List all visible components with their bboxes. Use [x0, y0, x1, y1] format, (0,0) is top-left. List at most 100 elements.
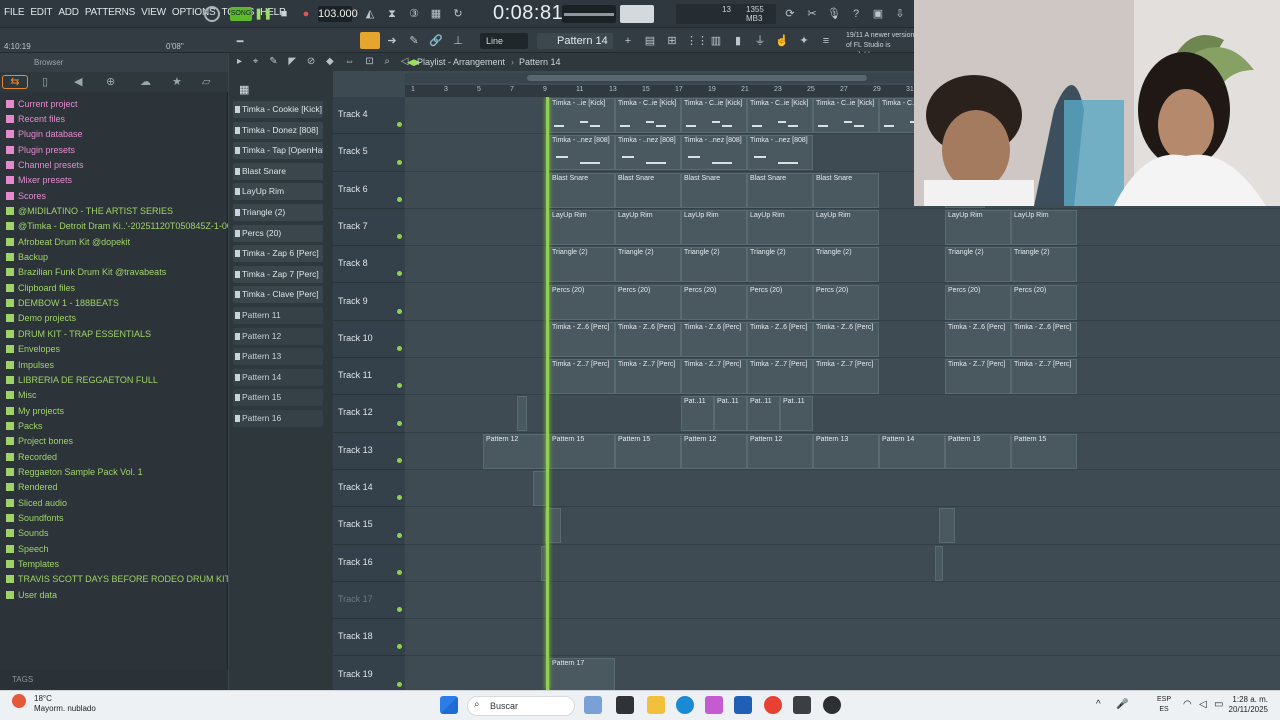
pattern-clip[interactable]: Timka - ..nez [808] — [747, 135, 813, 171]
pattern-clip[interactable]: LayUp Rim — [615, 209, 681, 245]
browser-item[interactable]: Demo projects — [6, 311, 228, 326]
pattern-clip[interactable]: Pattern 13 — [813, 433, 879, 469]
scissors-icon[interactable]: ✂ — [804, 6, 820, 22]
pattern-clip[interactable] — [939, 508, 955, 544]
play-icon[interactable]: ❚❚ — [254, 6, 272, 22]
news-icon[interactable]: ≡ — [818, 33, 834, 49]
menu-view[interactable]: VIEW — [141, 7, 166, 18]
pattern-clip[interactable]: Pattern 15 — [549, 433, 615, 469]
track-lane[interactable] — [405, 582, 1280, 620]
browser-plugin-tab-icon[interactable]: ⊕ — [106, 75, 115, 88]
picker-item[interactable]: Pattern 14 — [233, 368, 323, 386]
pattern-clip[interactable]: Timka - C..ie [Kick] — [813, 98, 879, 133]
microphone-icon[interactable]: 🎙 — [826, 6, 842, 22]
picker-item[interactable]: Blast Snare — [233, 162, 323, 180]
arrow-right-icon[interactable]: ➜ — [384, 33, 400, 49]
pattern-clip[interactable]: Pattern 12 — [747, 433, 813, 469]
browser-item[interactable]: Impulses — [6, 357, 228, 372]
pattern-clip[interactable]: Timka - Z..6 [Perc] — [945, 321, 1011, 357]
plugin-icon[interactable]: ▮ — [730, 33, 746, 49]
windows-start-icon[interactable] — [440, 696, 458, 714]
stop-icon[interactable]: ■ — [276, 6, 292, 22]
touch-icon[interactable]: ☝ — [774, 33, 790, 49]
track-enable-dot[interactable] — [397, 196, 402, 202]
obs-icon[interactable] — [823, 696, 841, 714]
recording-indicator-icon[interactable] — [204, 6, 220, 22]
taskbar-search[interactable]: Buscar — [467, 696, 575, 716]
browser-item[interactable]: My projects — [6, 403, 228, 418]
pattern-clip[interactable]: Pattern 12 — [483, 433, 549, 469]
file-explorer-icon[interactable] — [647, 696, 665, 714]
pattern-clip[interactable]: Timka - ..nez [808] — [615, 135, 681, 171]
pattern-clip[interactable]: Timka - Z..7 [Perc] — [615, 359, 681, 395]
pattern-clip[interactable]: Pattern 15 — [615, 433, 681, 469]
track-enable-dot[interactable] — [397, 122, 402, 128]
channel-rack-icon[interactable]: ⊞ — [664, 33, 680, 49]
pattern-clip[interactable]: Timka - Z..6 [Perc] — [615, 321, 681, 357]
track-enable-dot[interactable] — [397, 346, 402, 352]
edge-icon[interactable] — [676, 696, 694, 714]
battery-icon[interactable]: ▭ — [1214, 699, 1223, 710]
track-lane[interactable] — [405, 619, 1280, 657]
picker-item[interactable]: Timka - Clave [Perc] — [233, 286, 323, 304]
browser-speaker-tab-icon[interactable]: ◀ — [74, 75, 82, 88]
browser-item[interactable]: LIBRERIA DE REGGAETON FULL — [6, 372, 228, 387]
refresh-icon[interactable]: ⟳ — [782, 6, 798, 22]
track-header[interactable]: Track 13 — [333, 433, 405, 470]
track-enable-dot[interactable] — [397, 532, 402, 538]
pattern-clip[interactable]: Percs (20) — [945, 284, 1011, 320]
pattern-clip[interactable]: Timka - Z..6 [Perc] — [549, 321, 615, 357]
plus-icon[interactable]: + — [620, 33, 636, 49]
browser-item[interactable]: Project bones — [6, 434, 228, 449]
browser-item[interactable]: Scores — [6, 188, 228, 203]
pattern-clip[interactable]: Percs (20) — [1011, 284, 1077, 320]
stamp-icon[interactable]: ⊥ — [450, 33, 466, 49]
song-position-display[interactable]: 0:08:81 — [493, 2, 563, 25]
track-lane[interactable] — [405, 657, 1280, 691]
browser-item[interactable]: Sliced audio — [6, 495, 228, 510]
browser-item[interactable]: Templates — [6, 556, 228, 571]
pattern-clip[interactable]: Triangle (2) — [945, 247, 1011, 283]
pattern-clip[interactable]: Timka - Z..6 [Perc] — [747, 321, 813, 357]
pattern-clip[interactable]: Pat..11 — [714, 396, 747, 432]
browser-star-tab-icon[interactable]: ★ — [172, 75, 182, 88]
track-enable-dot[interactable] — [397, 607, 402, 613]
pattern-clip[interactable]: Pattern 17 — [549, 657, 615, 690]
menu-edit[interactable]: EDIT — [30, 7, 52, 18]
snap-selector[interactable]: Line — [480, 33, 528, 49]
pattern-clip[interactable]: Pattern 12 — [681, 433, 747, 469]
pattern-clip[interactable]: Timka - ..ie [Kick] — [549, 98, 615, 133]
track-header[interactable]: Track 14 — [333, 470, 405, 508]
metronome-icon[interactable]: ◭ — [362, 6, 378, 22]
pattern-clip[interactable]: LayUp Rim — [747, 209, 813, 245]
pattern-clip[interactable]: Triangle (2) — [549, 247, 615, 283]
track-enable-dot[interactable] — [397, 457, 402, 463]
weather-icon[interactable] — [12, 694, 26, 708]
track-lane[interactable] — [405, 395, 1280, 433]
browser-item[interactable]: Channel presets — [6, 157, 228, 172]
track-header[interactable]: Track 6 — [333, 172, 405, 209]
pattern-clip[interactable]: Timka - Z..7 [Perc] — [549, 359, 615, 395]
tempo-display[interactable]: 103.000 — [318, 6, 358, 22]
pattern-clip[interactable] — [935, 545, 943, 581]
browser-item[interactable]: Plugin database — [6, 127, 228, 142]
track-header[interactable]: Track 8 — [333, 246, 405, 284]
track-header[interactable]: Track 4 — [333, 97, 405, 135]
picker-item[interactable]: Percs (20) — [233, 224, 323, 242]
browser-item[interactable]: Current project — [6, 96, 228, 111]
browser-item[interactable]: @MIDILATINO - THE ARTIST SERIES — [6, 203, 228, 218]
picker-toggle-icon[interactable]: ▦ — [239, 83, 249, 96]
browser-item[interactable]: Clipboard files — [6, 280, 228, 295]
pattern-clip[interactable]: Triangle (2) — [1011, 247, 1077, 283]
picker-item[interactable]: Timka - Cookie [Kick] — [233, 101, 323, 118]
browser-files-tab-icon[interactable]: ▯ — [42, 75, 48, 88]
browser-item[interactable]: Envelopes — [6, 342, 228, 357]
track-enable-dot[interactable] — [397, 234, 402, 240]
pattern-clip[interactable]: Timka - Z..7 [Perc] — [813, 359, 879, 395]
track-enable-dot[interactable] — [397, 271, 402, 277]
browser-item[interactable]: Afrobeat Drum Kit @dopekit — [6, 234, 228, 249]
loop-record-icon[interactable]: ↻ — [450, 6, 466, 22]
pattern-clip[interactable]: LayUp Rim — [681, 209, 747, 245]
pattern-clip[interactable]: Pattern 15 — [945, 433, 1011, 469]
track-header[interactable]: Track 19 — [333, 657, 405, 694]
